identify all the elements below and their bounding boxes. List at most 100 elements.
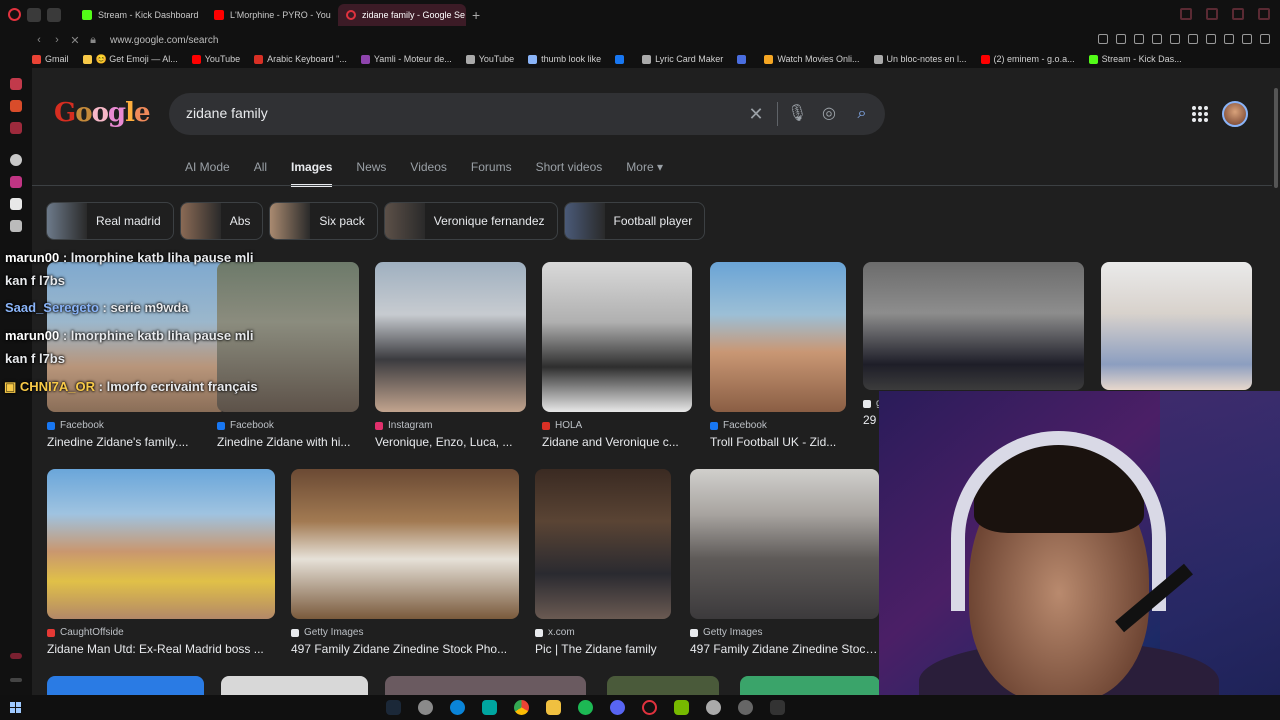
edge-icon[interactable] xyxy=(450,700,465,715)
result-thumbnail[interactable] xyxy=(291,469,519,619)
related-chip[interactable]: Veronique fernandez xyxy=(383,202,558,240)
nvidia-icon[interactable] xyxy=(674,700,689,715)
result-source[interactable]: Getty Images xyxy=(291,627,519,638)
lens-icon[interactable]: ◎ xyxy=(820,105,838,123)
bookmark-item[interactable]: Watch Movies Onli... xyxy=(764,54,860,64)
bookmark-item[interactable]: Arabic Keyboard "... xyxy=(254,54,347,64)
monitor-icon[interactable] xyxy=(770,700,785,715)
result-thumbnail[interactable] xyxy=(385,676,586,695)
result-title[interactable]: Zidane and Veronique c... xyxy=(542,435,692,449)
app-icon[interactable] xyxy=(418,700,433,715)
sidebar-settings-icon[interactable] xyxy=(10,653,22,659)
pin-icon[interactable] xyxy=(1116,34,1126,44)
result-thumbnail[interactable] xyxy=(221,676,368,695)
result-title[interactable]: Zinedine Zidane's family.... xyxy=(47,435,227,449)
result-source[interactable]: Facebook xyxy=(710,420,846,431)
bookmark-item[interactable]: Gmail xyxy=(32,54,69,64)
tab-youtube-lmorphine[interactable]: L'Morphine - PYRO - You xyxy=(206,4,334,26)
result-title[interactable]: Veronique, Enzo, Luca, ... xyxy=(375,435,526,449)
filter-tab[interactable]: Forums xyxy=(471,160,512,187)
back-icon[interactable]: ‹ xyxy=(30,34,48,46)
filter-tab[interactable]: Short videos xyxy=(536,160,603,187)
minimize-icon[interactable] xyxy=(1206,8,1218,20)
result-thumbnail[interactable] xyxy=(863,262,1084,390)
filter-tab[interactable]: Images xyxy=(291,160,333,187)
bookmark-item[interactable]: YouTube xyxy=(465,54,514,64)
result-thumbnail[interactable] xyxy=(47,676,204,695)
filter-tab[interactable]: News xyxy=(356,160,386,187)
bookmark-item[interactable]: (2) eminem - g.o.a... xyxy=(980,54,1075,64)
image-result-card[interactable]: HOLA Zidane and Veronique c... xyxy=(542,262,692,449)
bookmark-item[interactable]: Un bloc-notes en l... xyxy=(873,54,967,64)
result-thumbnail[interactable] xyxy=(535,469,671,619)
microphone-icon[interactable]: 🎙︎ xyxy=(787,105,807,123)
bookmark-item[interactable]: 😊 Get Emoji — Al... xyxy=(82,54,178,65)
image-result-card[interactable]: Facebook Zinedine Zidane with hi... xyxy=(217,262,359,449)
result-thumbnail[interactable] xyxy=(542,262,692,412)
result-title[interactable]: Pic | The Zidane family xyxy=(535,642,671,656)
google-doodle-logo[interactable]: Google xyxy=(54,98,151,128)
zoom-icon[interactable] xyxy=(1098,34,1108,44)
tab-kick-dashboard[interactable]: Stream - Kick Dashboard xyxy=(74,4,202,26)
image-result-card[interactable]: Instagram Veronique, Enzo, Luca, ... xyxy=(375,262,526,449)
profile-icon[interactable] xyxy=(1242,34,1252,44)
chatgpt-icon[interactable] xyxy=(10,154,22,166)
menu-icon[interactable] xyxy=(1260,34,1270,44)
x-icon[interactable] xyxy=(10,220,22,232)
image-result-card[interactable] xyxy=(47,676,204,695)
result-title[interactable]: 497 Family Zidane Zinedine Stock Pho... xyxy=(291,642,519,656)
result-source[interactable]: x.com xyxy=(535,627,671,638)
heart-icon[interactable] xyxy=(1170,34,1180,44)
result-thumbnail[interactable] xyxy=(47,469,275,619)
extension-icon[interactable] xyxy=(1206,34,1216,44)
settings-icon[interactable] xyxy=(706,700,721,715)
image-result-card[interactable] xyxy=(385,676,586,695)
messenger-icon[interactable] xyxy=(10,100,22,112)
filter-tab[interactable]: Videos xyxy=(410,160,446,187)
opera-taskbar-icon[interactable] xyxy=(642,700,657,715)
image-result-card[interactable]: Getty Images 497 Family Zidane Zinedine S… xyxy=(690,469,879,656)
result-source[interactable]: Instagram xyxy=(375,420,526,431)
store-icon[interactable] xyxy=(482,700,497,715)
image-result-card[interactable]: Getty Images 497 Family Zidane Zinedine S… xyxy=(291,469,519,656)
related-chip[interactable]: Six pack xyxy=(269,202,378,240)
related-chip[interactable]: Real madrid xyxy=(46,202,174,240)
result-thumbnail[interactable] xyxy=(607,676,719,695)
filter-tab[interactable]: All xyxy=(254,160,267,187)
search-tabs-icon[interactable] xyxy=(1180,8,1192,20)
tab-google-search[interactable]: zidane family - Google Se xyxy=(338,4,466,26)
result-title[interactable]: 497 Family Zidane Zinedine Stock... xyxy=(690,642,879,656)
new-tab-button[interactable]: + xyxy=(472,7,480,23)
result-thumbnail[interactable] xyxy=(690,469,879,619)
vpn-icon[interactable] xyxy=(1188,34,1198,44)
image-result-card[interactable] xyxy=(607,676,719,695)
snapshot-icon[interactable] xyxy=(1134,34,1144,44)
workspaces-icon[interactable] xyxy=(27,8,41,22)
filter-tab[interactable]: AI Mode xyxy=(185,160,230,187)
windows-start-icon[interactable] xyxy=(10,702,21,713)
social-icon[interactable] xyxy=(10,122,22,134)
related-chip[interactable]: Abs xyxy=(179,202,264,240)
maximize-icon[interactable] xyxy=(1232,8,1244,20)
pinned-tab-icon[interactable] xyxy=(47,8,61,22)
result-title[interactable]: Zinedine Zidane with hi... xyxy=(217,435,359,449)
instagram-icon[interactable] xyxy=(10,176,22,188)
result-title[interactable]: Troll Football UK - Zid... xyxy=(710,435,846,449)
image-result-card[interactable]: x.com Pic | The Zidane family xyxy=(535,469,671,656)
related-chip[interactable]: Football player xyxy=(563,202,706,240)
file-explorer-icon[interactable] xyxy=(546,700,561,715)
search-input[interactable]: zidane family xyxy=(186,105,268,121)
avatar[interactable] xyxy=(1222,101,1248,127)
bookmark-item[interactable] xyxy=(615,54,628,64)
scrollbar-thumb[interactable] xyxy=(1274,88,1278,188)
image-result-card[interactable]: Facebook Zinedine Zidane's family.... xyxy=(47,262,227,449)
url-field[interactable]: www.google.com/search xyxy=(110,35,218,46)
chrome-icon[interactable] xyxy=(514,700,529,715)
result-source[interactable]: Facebook xyxy=(47,420,227,431)
result-thumbnail[interactable] xyxy=(710,262,846,412)
bookmark-item[interactable]: thumb look like xyxy=(528,54,601,64)
aria-icon[interactable] xyxy=(10,78,22,90)
result-thumbnail[interactable] xyxy=(375,262,526,412)
search-box[interactable]: zidane family ✕ 🎙︎ ◎ ⌕ xyxy=(169,93,885,135)
image-result-card[interactable] xyxy=(221,676,368,695)
